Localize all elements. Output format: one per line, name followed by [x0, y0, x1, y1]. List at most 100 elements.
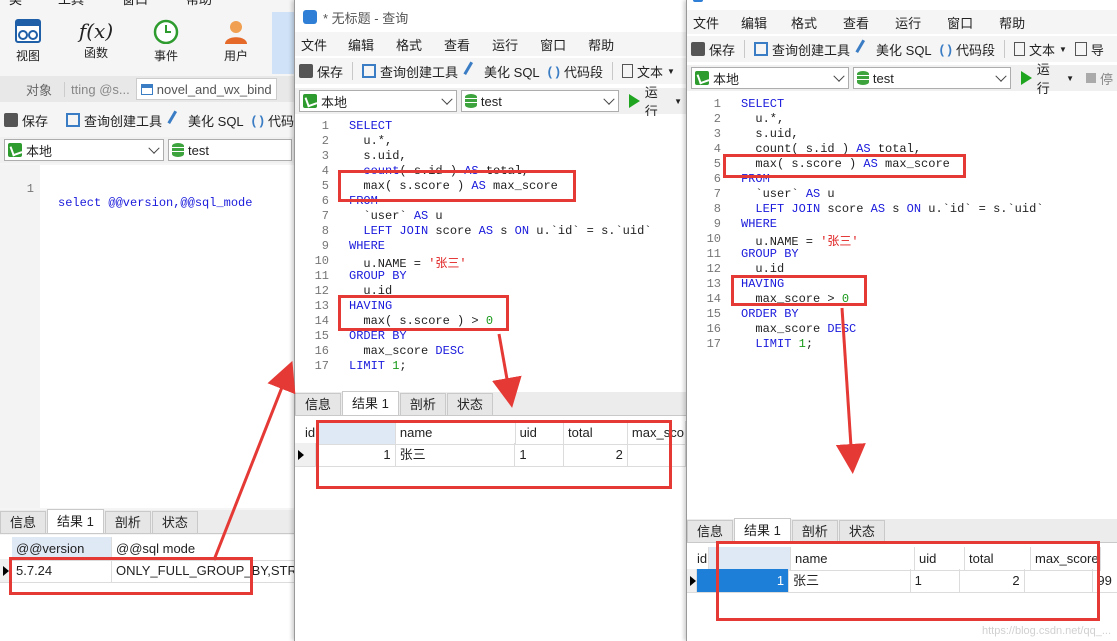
watermark: https://blog.csdn.net/qq_... — [981, 625, 1111, 637]
save-button[interactable]: 保存 — [0, 109, 52, 131]
tab-novel-and-wx-bind[interactable]: novel_and_wx_bind — [135, 78, 277, 100]
menu-help[interactable]: 帮助 — [986, 13, 1038, 32]
table-row[interactable]: 1 张三 1 2 — [295, 443, 686, 467]
tab-profile[interactable]: 剖析 — [399, 393, 446, 415]
export-button[interactable]: 导 — [1071, 38, 1108, 60]
table-row[interactable]: 1 张三 1 2 99 — [687, 569, 1117, 593]
connection-select[interactable]: 本地 — [691, 67, 849, 89]
connection-select[interactable]: 本地 — [299, 90, 457, 112]
main-sql-editor[interactable]: 1 select @@version,@@sql_mode — [0, 165, 296, 508]
table-cell[interactable]: 1 — [696, 569, 790, 593]
stop-button[interactable]: 停 — [1082, 67, 1117, 89]
view-button[interactable]: 视图 — [8, 18, 48, 64]
tab-status[interactable]: 状态 — [446, 393, 493, 415]
save-button[interactable]: 保存 — [687, 38, 739, 60]
menu-file[interactable]: 文件 — [295, 35, 337, 54]
table-cell[interactable]: 2 — [959, 569, 1025, 593]
menu-format[interactable]: 格式 — [778, 13, 830, 32]
menu-item[interactable]: 帮助 — [177, 0, 221, 8]
save-button[interactable]: 保存 — [295, 60, 347, 82]
header-cell[interactable]: uid — [915, 547, 965, 571]
header-cell[interactable]: max_score — [1031, 547, 1101, 571]
header-cell[interactable] — [316, 421, 396, 445]
menu-view[interactable]: 查看 — [433, 35, 481, 54]
table-icon — [140, 83, 153, 95]
text-button[interactable]: 文本 ▼ — [1010, 38, 1071, 60]
function-button[interactable]: f(x) 函数 — [76, 18, 116, 61]
beautify-sql-button[interactable]: 美化 SQL — [166, 109, 248, 131]
menu-edit[interactable]: 编辑 — [337, 35, 385, 54]
tab-info[interactable]: 信息 — [0, 511, 47, 533]
table-cell[interactable]: ONLY_FULL_GROUP_BY,STRICT_ — [112, 559, 296, 583]
query-builder-button[interactable]: 查询创建工具 — [358, 60, 462, 82]
table-cell[interactable]: 张三 — [789, 569, 911, 593]
tab-result-1[interactable]: 结果 1 — [47, 509, 104, 533]
table-cell[interactable] — [1024, 569, 1094, 593]
code-snippet-button[interactable]: ( ) 代码 — [248, 109, 296, 131]
table-cell[interactable]: 5.7.24 — [12, 559, 112, 583]
beautify-sql-button[interactable]: 美化 SQL — [462, 60, 544, 82]
menu-format[interactable]: 格式 — [385, 35, 433, 54]
table-cell[interactable]: 2 — [563, 443, 628, 467]
header-cell[interactable]: uid — [515, 421, 565, 445]
tab-profile[interactable]: 剖析 — [104, 511, 151, 533]
connection-select[interactable]: 本地 — [4, 139, 164, 161]
database-select[interactable]: test — [852, 67, 1011, 89]
table-cell[interactable] — [627, 443, 686, 467]
more-toolbar-button[interactable] — [272, 12, 296, 74]
header-cell[interactable]: name — [791, 547, 915, 571]
header-cell[interactable]: id — [697, 547, 709, 571]
query-builder-button[interactable]: 查询创建工具 — [62, 109, 166, 131]
chevron-down-icon: ▼ — [1066, 73, 1074, 83]
tab-status[interactable]: 状态 — [151, 511, 198, 533]
database-select[interactable]: test — [168, 139, 292, 161]
menu-run[interactable]: 运行 — [481, 35, 529, 54]
menu-window[interactable]: 窗口 — [529, 35, 577, 54]
header-cell[interactable] — [0, 537, 12, 561]
right-sql-editor[interactable]: 1 SELECT 2 u.*, 3 s.uid, 4 count( s.id ) … — [687, 94, 1117, 518]
table-cell[interactable]: 1 — [316, 443, 396, 467]
right-menubar: 文件 编辑 格式 查看 运行 窗口 帮助 — [687, 10, 1117, 34]
header-cell[interactable]: @@version — [12, 537, 112, 561]
menu-run[interactable]: 运行 — [882, 13, 934, 32]
beautify-sql-button[interactable]: 美化 SQL — [854, 38, 936, 60]
table-cell[interactable]: 99 — [1093, 569, 1117, 593]
menu-window[interactable]: 窗口 — [934, 13, 986, 32]
menu-help[interactable]: 帮助 — [577, 35, 625, 54]
run-button[interactable]: 运行 ▼ — [625, 85, 686, 119]
header-cell[interactable]: total — [965, 547, 1031, 571]
header-cell[interactable]: total — [564, 421, 628, 445]
database-select[interactable]: test — [460, 90, 619, 112]
header-cell[interactable] — [709, 547, 791, 571]
code-snippet-button[interactable]: ( ) 代码段 — [936, 38, 999, 60]
tab-status[interactable]: 状态 — [838, 520, 885, 542]
run-button[interactable]: 运行 ▼ — [1017, 62, 1078, 96]
tab-setting[interactable]: tting @s... — [64, 81, 136, 97]
tab-result-1[interactable]: 结果 1 — [734, 518, 791, 542]
tab-objects[interactable]: 对象 — [0, 80, 64, 99]
table-row[interactable]: 5.7.24 ONLY_FULL_GROUP_BY,STRICT_ — [0, 559, 296, 583]
menu-file[interactable]: 文件 — [687, 13, 730, 32]
table-cell[interactable]: 张三 — [395, 443, 516, 467]
menu-item[interactable]: 类 — [0, 0, 31, 8]
text-button[interactable]: 文本 ▼ — [618, 60, 679, 82]
event-button[interactable]: 事件 — [146, 18, 186, 64]
menu-edit[interactable]: 编辑 — [730, 13, 778, 32]
header-cell[interactable]: max_sco — [627, 421, 686, 445]
left-sql-editor[interactable]: 1 SELECT 2 u.*, 3 s.uid, 4 count( s.id ) … — [295, 116, 686, 392]
tab-info[interactable]: 信息 — [295, 393, 342, 415]
tab-profile[interactable]: 剖析 — [791, 520, 838, 542]
table-cell[interactable]: 1 — [515, 443, 564, 467]
header-cell[interactable]: name — [395, 421, 516, 445]
menu-item[interactable]: 窗口 — [113, 0, 157, 8]
tab-result-1[interactable]: 结果 1 — [342, 391, 399, 415]
table-cell[interactable]: 1 — [910, 569, 960, 593]
query-builder-button[interactable]: 查询创建工具 — [750, 38, 854, 60]
menu-item[interactable]: 工具 — [49, 0, 93, 8]
header-cell[interactable]: @@sql mode — [112, 537, 296, 561]
tab-info[interactable]: 信息 — [687, 520, 734, 542]
header-cell[interactable]: id — [305, 421, 317, 445]
menu-view[interactable]: 查看 — [830, 13, 882, 32]
code-snippet-button[interactable]: ( ) 代码段 — [544, 60, 607, 82]
user-button[interactable]: 用户 — [216, 18, 256, 64]
